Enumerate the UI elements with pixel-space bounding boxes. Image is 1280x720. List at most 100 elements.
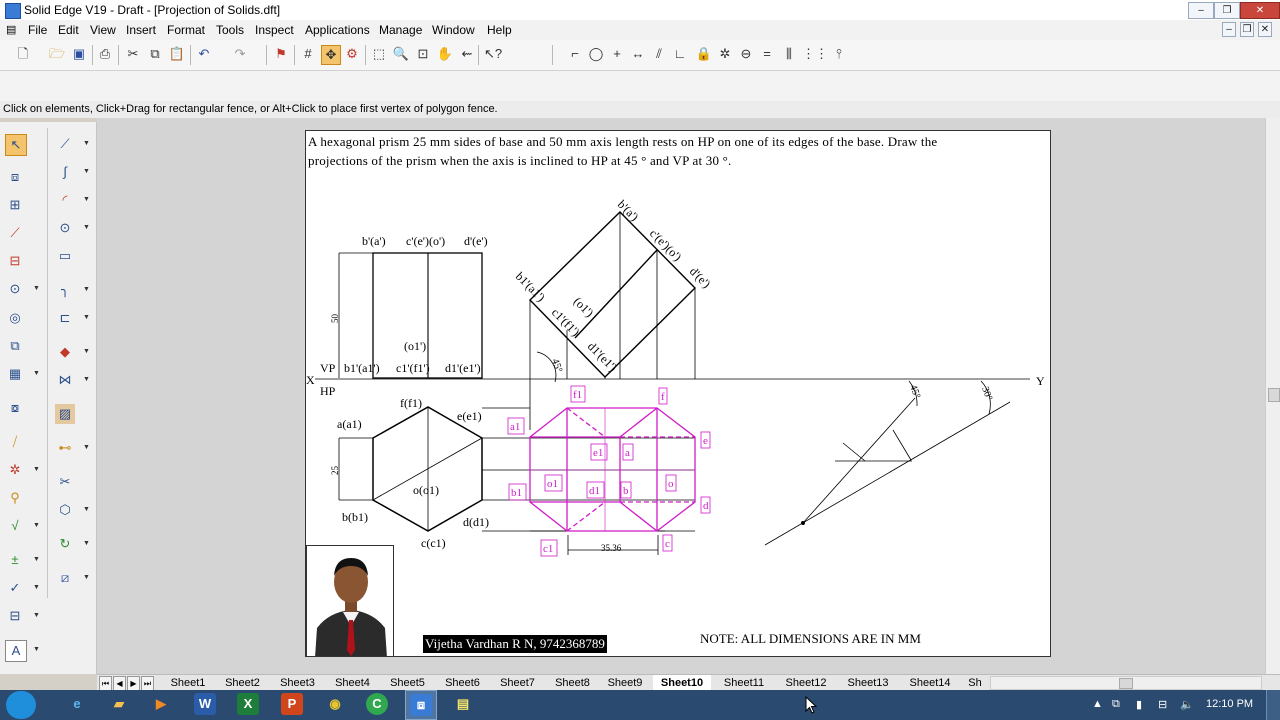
- tab-sheet4[interactable]: Sheet4: [325, 675, 380, 691]
- print-icon[interactable]: ⎙: [96, 45, 114, 63]
- show-desktop-button[interactable]: [1266, 690, 1280, 720]
- rectangle-icon[interactable]: ▭: [55, 246, 75, 266]
- last-sheet-button[interactable]: ⏭: [141, 676, 154, 691]
- solid-edge-app-icon[interactable]: [5, 3, 21, 19]
- menu-file[interactable]: File: [28, 23, 47, 37]
- help-pointer-icon[interactable]: ↖?: [484, 45, 502, 63]
- tab-sheet13[interactable]: Sheet13: [839, 675, 897, 691]
- tab-sheet1[interactable]: Sheet1: [161, 675, 215, 691]
- menu-window[interactable]: Window: [432, 23, 475, 37]
- doc-close-button[interactable]: ✕: [1258, 22, 1272, 37]
- tab-sheet14[interactable]: Sheet14: [901, 675, 959, 691]
- tangent-icon[interactable]: ⊖: [737, 45, 755, 63]
- next-sheet-button[interactable]: ▶: [127, 676, 140, 691]
- symmetric-icon[interactable]: ⫼: [780, 45, 798, 63]
- open-icon[interactable]: 🗁: [48, 45, 66, 63]
- dimension-icon[interactable]: ⊷: [55, 438, 75, 458]
- chrome-icon[interactable]: ◉: [324, 693, 346, 715]
- powerpoint-icon[interactable]: P: [281, 693, 303, 715]
- tab-sheet15-partial[interactable]: Sh: [963, 675, 987, 691]
- rotate-icon[interactable]: ↻: [55, 534, 75, 554]
- flag-icon[interactable]: ⚑: [272, 45, 290, 63]
- new-icon[interactable]: 🗋: [14, 45, 32, 63]
- parallel-icon[interactable]: ⫽: [650, 45, 668, 63]
- word-icon[interactable]: W: [194, 693, 216, 715]
- principal-view-icon[interactable]: ⊞: [5, 195, 25, 215]
- circle-icon[interactable]: ⊙: [55, 218, 75, 238]
- menu-inspect[interactable]: Inspect: [255, 23, 294, 37]
- paste-icon[interactable]: 📋: [168, 45, 186, 63]
- section-view-icon[interactable]: ⊟: [5, 251, 25, 271]
- notes-icon[interactable]: ▤: [452, 693, 474, 715]
- tab-sheet8[interactable]: Sheet8: [545, 675, 600, 691]
- point-icon[interactable]: +: [608, 45, 626, 63]
- projection-drawing[interactable]: b'(a') c'(e')(o') d'(e') 50 (o1') VP HP …: [305, 130, 1051, 657]
- symbol-icon[interactable]: ✲: [5, 460, 25, 480]
- grid-icon[interactable]: #: [299, 45, 317, 63]
- pan-icon[interactable]: ✋: [436, 45, 454, 63]
- start-button[interactable]: [6, 691, 36, 719]
- menu-insert[interactable]: Insert: [126, 23, 156, 37]
- tab-sheet10[interactable]: Sheet10: [653, 675, 711, 691]
- doc-restore-button[interactable]: ❐: [1240, 22, 1254, 37]
- weld-icon[interactable]: ✓: [5, 578, 25, 598]
- connect-icon[interactable]: ✲: [716, 45, 734, 63]
- tab-sheet11[interactable]: Sheet11: [715, 675, 773, 691]
- tab-sheet2[interactable]: Sheet2: [215, 675, 270, 691]
- block-icon[interactable]: ⊟: [5, 606, 25, 626]
- feature-control-icon[interactable]: √: [5, 516, 25, 536]
- datum-icon[interactable]: ±: [5, 550, 25, 570]
- document-icon[interactable]: ▤: [6, 23, 16, 36]
- tab-sheet6[interactable]: Sheet6: [435, 675, 490, 691]
- menu-manage[interactable]: Manage: [379, 23, 422, 37]
- zoom-area-icon[interactable]: ⬚: [370, 45, 388, 63]
- layer-icon[interactable]: ⧸: [5, 432, 25, 452]
- perpendicular-icon[interactable]: ∟: [671, 45, 689, 63]
- volume-icon[interactable]: 🔈: [1180, 698, 1194, 711]
- clock[interactable]: 12:10 PM: [1206, 698, 1253, 710]
- ie-icon[interactable]: e: [66, 693, 88, 715]
- save-icon[interactable]: ▣: [70, 45, 88, 63]
- update-view-icon[interactable]: ▦: [5, 364, 25, 384]
- chamfer-icon[interactable]: ⊏: [55, 308, 75, 328]
- lock-icon[interactable]: 🔒: [695, 45, 713, 63]
- menu-format[interactable]: Format: [167, 23, 205, 37]
- redo-icon[interactable]: ↷: [231, 45, 249, 63]
- snap-icon[interactable]: ✥: [321, 45, 341, 65]
- relationship-handles-icon[interactable]: ⫯: [830, 45, 848, 63]
- tab-sheet5[interactable]: Sheet5: [380, 675, 435, 691]
- first-sheet-button[interactable]: ⏮: [99, 676, 112, 691]
- equal-icon[interactable]: =: [758, 45, 776, 63]
- part-view-icon[interactable]: ⧈: [5, 167, 25, 187]
- arc-icon[interactable]: ◜: [55, 190, 75, 210]
- fit-icon[interactable]: ⊡: [414, 45, 432, 63]
- mirror-icon[interactable]: ⧄: [55, 568, 75, 588]
- hscroll-thumb[interactable]: [1119, 678, 1133, 689]
- balloon-icon[interactable]: ⚲: [5, 488, 25, 508]
- tab-sheet7[interactable]: Sheet7: [490, 675, 545, 691]
- text-icon[interactable]: A: [5, 640, 27, 662]
- hatch-icon[interactable]: ▨: [55, 404, 75, 424]
- zoom-icon[interactable]: 🔍: [392, 45, 410, 63]
- view-properties-icon[interactable]: ⧇: [5, 398, 25, 418]
- broken-view-icon[interactable]: ◎: [5, 308, 25, 328]
- offset-icon[interactable]: ⋈: [55, 370, 75, 390]
- app-green-icon[interactable]: C: [366, 693, 388, 715]
- copy-icon[interactable]: ⧉: [146, 45, 164, 63]
- tray-icon-2[interactable]: ▮: [1136, 698, 1142, 711]
- horizontal-vertical-icon[interactable]: ↔: [629, 45, 647, 63]
- tab-sheet9[interactable]: Sheet9: [600, 675, 650, 691]
- menu-tools[interactable]: Tools: [216, 23, 244, 37]
- solid-edge-task[interactable]: ⧈: [405, 690, 437, 720]
- doc-minimize-button[interactable]: –: [1222, 22, 1236, 37]
- detail-view-icon[interactable]: ⊙: [5, 279, 25, 299]
- line-icon[interactable]: ⌐: [566, 45, 584, 63]
- draft-view-icon[interactable]: ⧉: [5, 336, 25, 356]
- menu-applications[interactable]: Applications: [305, 23, 370, 37]
- folder-icon[interactable]: ▰: [108, 693, 130, 715]
- restore-button[interactable]: ❐: [1214, 2, 1240, 19]
- circle-icon[interactable]: ◯: [587, 45, 605, 63]
- show-hidden-icons[interactable]: ▲: [1092, 698, 1103, 710]
- tray-icon-1[interactable]: ⧉: [1112, 698, 1120, 711]
- vertical-scrollbar[interactable]: [1265, 118, 1280, 674]
